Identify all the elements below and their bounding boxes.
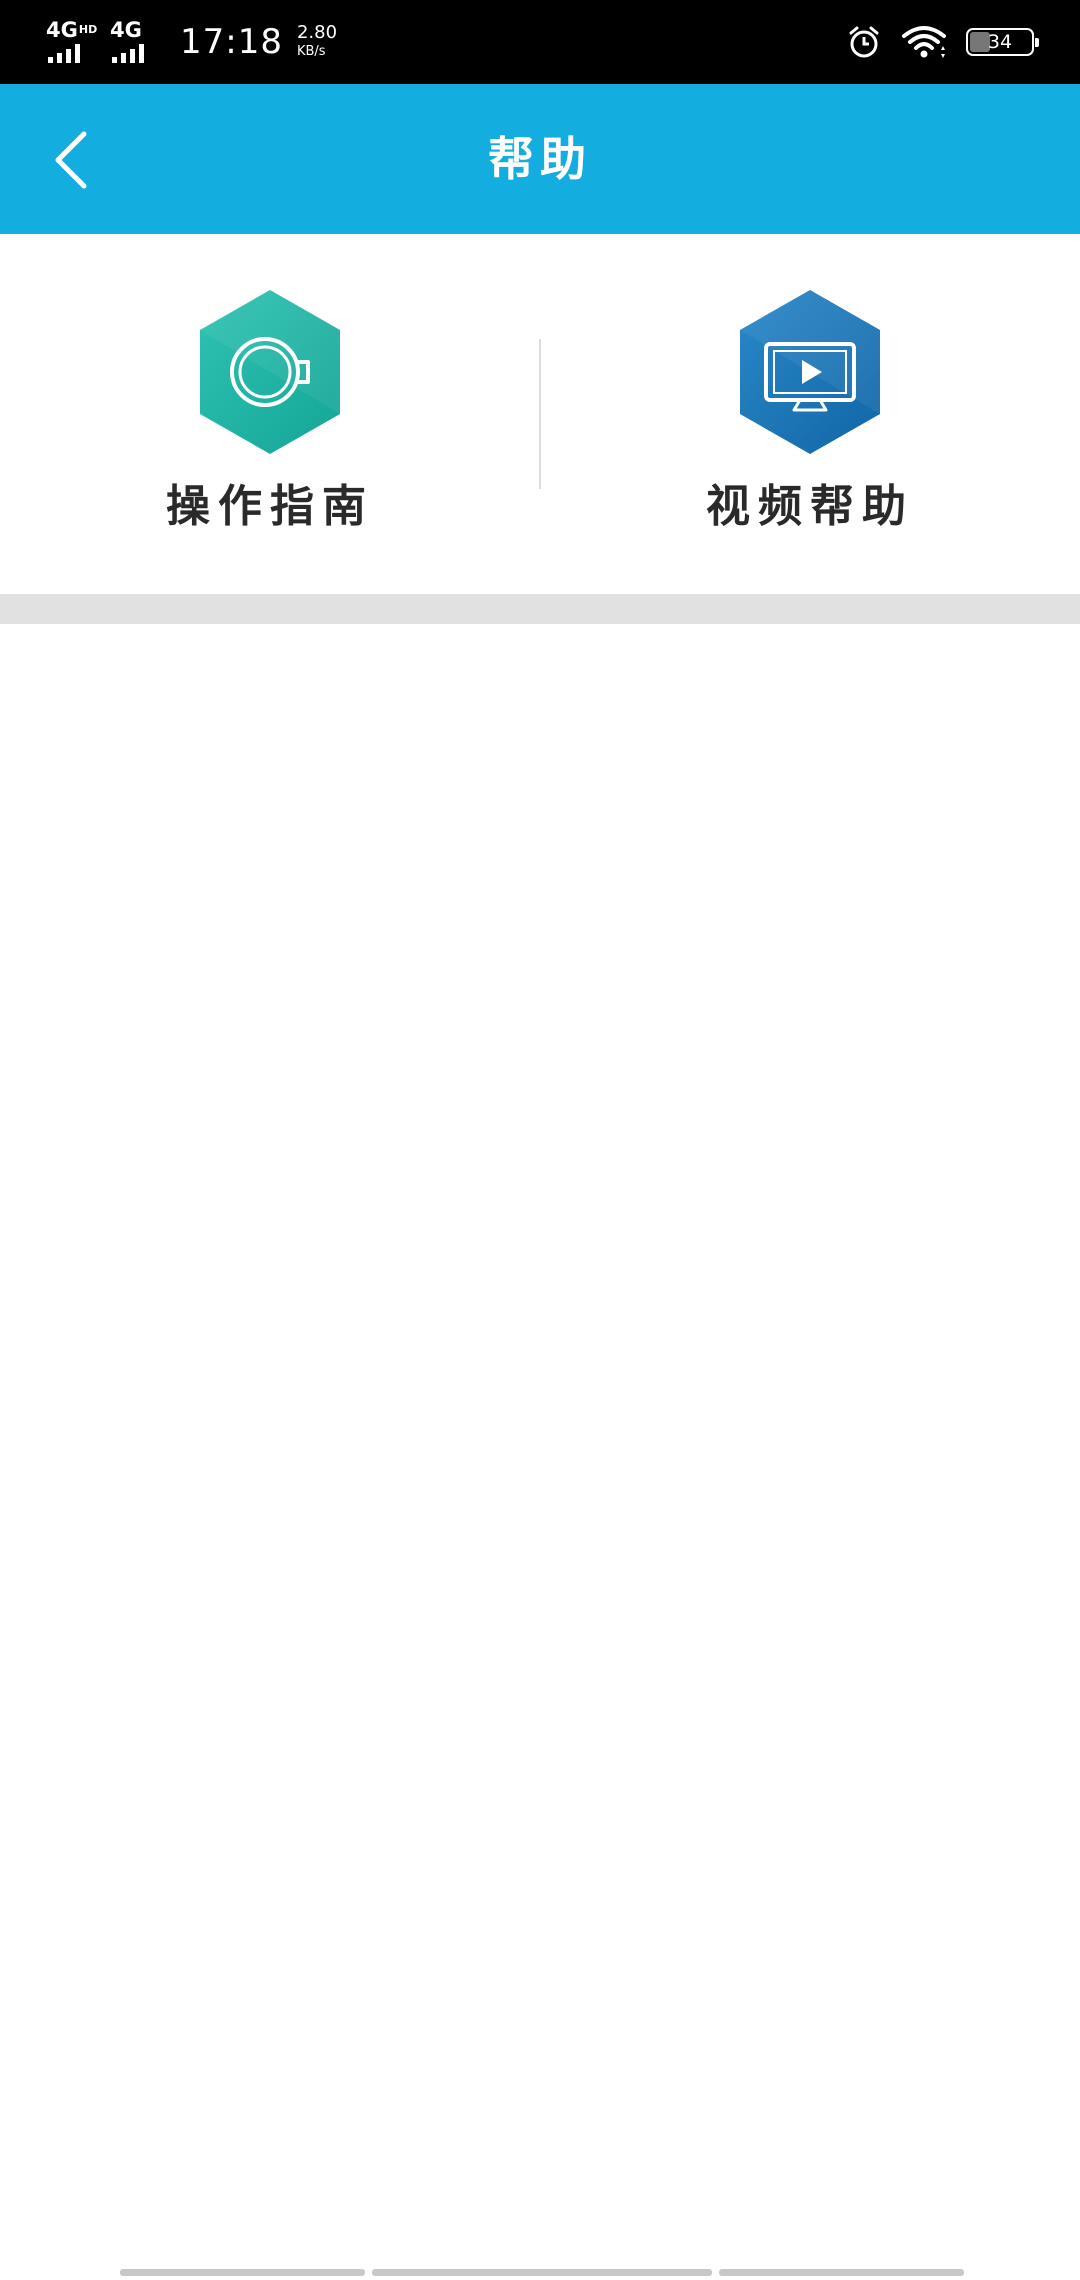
wifi-icon [902,26,946,58]
tv-play-icon [740,290,880,454]
coffee-cup-icon [200,290,340,454]
status-left: 4GHD 4G 17:18 2.80 KB/s [46,16,337,68]
status-bar: 4GHD 4G 17:18 2.80 KB/s 34 [0,0,1080,84]
section-separator [0,594,1080,624]
status-time: 17:18 [180,22,283,62]
signal-icon-2: 4G [110,19,164,65]
battery-icon: 34 [966,28,1039,56]
hd-badge: HD [78,23,98,36]
video-help-label: 视频帮助 [706,481,914,532]
scroll-indicator [120,2269,964,2276]
video-help-item[interactable]: 视频帮助 [540,234,1080,594]
network-speed: 2.80 KB/s [297,23,337,61]
alarm-icon [849,26,879,58]
operation-guide-item[interactable]: 操作指南 [0,234,540,594]
operation-guide-label: 操作指南 [166,481,374,532]
status-right: 34 [846,20,1039,64]
battery-level: 34 [987,31,1013,53]
help-menu: 操作指南 视频帮助 [0,234,1080,594]
signal-icon: 4GHD [46,19,100,65]
speed-unit: KB/s [296,44,326,59]
page-title: 帮助 [488,132,592,186]
app-bar: 帮助 [0,84,1080,234]
network-type-2: 4G [110,18,142,42]
network-type-1: 4G [46,18,78,42]
speed-value: 2.80 [296,22,338,43]
